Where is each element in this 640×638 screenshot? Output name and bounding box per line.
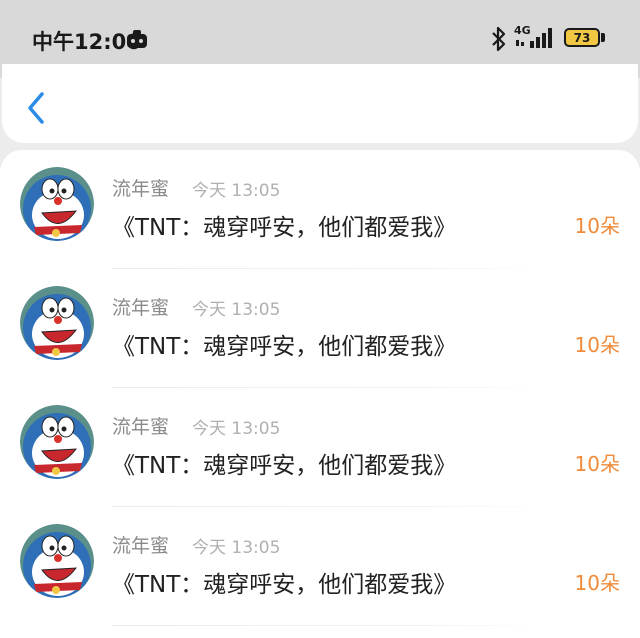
back-button[interactable] [22,90,50,126]
list-item-title: 《TNT：魂穿呼安，他们都爱我》 [112,334,457,360]
avatar[interactable] [20,286,94,360]
divider [112,625,550,626]
avatar-image [20,286,94,360]
list-item-name: 流年蜜 [112,416,170,438]
list-item-time: 今天 13:05 [192,419,281,439]
header [2,64,638,143]
list-item[interactable]: 流年蜜 今天 13:05 《TNT：魂穿呼安，他们都爱我》 10朵 [0,507,640,626]
list-item[interactable]: 流年蜜 今天 13:05 《TNT：魂穿呼安，他们都爱我》 10朵 [0,150,640,269]
game-controller-icon [126,28,148,50]
avatar-image [20,405,94,479]
list-item[interactable]: 流年蜜 今天 13:05 《TNT：魂穿呼安，他们都爱我》 10朵 [0,388,640,507]
bluetooth-icon [490,26,508,52]
list-item-time: 今天 13:05 [192,300,281,320]
battery-cap [601,33,605,42]
list-item-time: 今天 13:05 [192,538,281,558]
list-item-amount: 10朵 [574,333,620,357]
record-list: 流年蜜 今天 13:05 《TNT：魂穿呼安，他们都爱我》 10朵 流年蜜 今天… [0,150,640,638]
battery-level: 73 [573,30,591,45]
avatar-image [20,524,94,598]
avatar[interactable] [20,524,94,598]
list-item-amount: 10朵 [574,452,620,476]
avatar[interactable] [20,167,94,241]
avatar[interactable] [20,405,94,479]
list-item-name: 流年蜜 [112,178,170,200]
list-item-name: 流年蜜 [112,535,170,557]
list-item-title: 《TNT：魂穿呼安，他们都爱我》 [112,215,457,241]
list-item[interactable]: 流年蜜 今天 13:05 《TNT：魂穿呼安，他们都爱我》 10朵 [0,269,640,388]
list-item-title: 《TNT：魂穿呼安，他们都爱我》 [112,453,457,479]
avatar-image [20,167,94,241]
chevron-left-icon [28,92,44,124]
list-item-name: 流年蜜 [112,297,170,319]
cellular-signal-icon: 4G [514,24,558,52]
status-time: 中午12:06 [32,30,141,54]
list-item-amount: 10朵 [574,571,620,595]
list-item-time: 今天 13:05 [192,181,281,201]
list-item-title: 《TNT：魂穿呼安，他们都爱我》 [112,572,457,598]
list-item-amount: 10朵 [574,214,620,238]
battery-icon: 73 [564,28,600,47]
